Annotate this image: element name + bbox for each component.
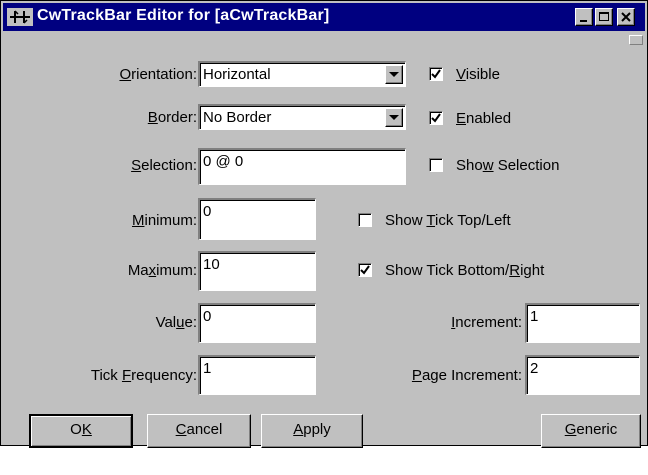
app-icon (7, 8, 33, 26)
maximum-label: Maximum: (127, 262, 197, 279)
border-dropdown[interactable]: No Border (198, 104, 406, 130)
selection-label: Selection: (131, 157, 197, 174)
check-icon (431, 113, 441, 123)
minimum-input[interactable]: 0 (198, 198, 316, 240)
show-tick-bottom-right-checkbox[interactable] (358, 263, 372, 277)
minimum-label: Minimum: (131, 212, 197, 229)
show-selection-label[interactable]: Show Selection (456, 157, 559, 174)
show-tick-top-left-checkbox[interactable] (358, 213, 372, 227)
enabled-label[interactable]: Enabled (456, 110, 511, 127)
ok-button[interactable]: OK (29, 414, 133, 448)
orientation-label: Orientation: (119, 66, 197, 83)
cancel-button[interactable]: Cancel (147, 414, 251, 448)
value-input[interactable]: 0 (198, 303, 316, 343)
border-value: No Border (203, 109, 272, 126)
generic-button[interactable]: Generic (541, 414, 641, 448)
minimize-button[interactable] (575, 8, 593, 26)
orientation-dropdown-button[interactable] (385, 65, 403, 84)
window-title: CwTrackBar Editor for [aCwTrackBar] (37, 7, 330, 24)
orientation-value: Horizontal (203, 66, 271, 83)
orientation-dropdown[interactable]: Horizontal (198, 61, 406, 87)
show-tick-bottom-right-label[interactable]: Show Tick Bottom/Right (385, 262, 544, 279)
increment-label: Increment: (451, 314, 522, 331)
apply-button[interactable]: Apply (261, 414, 363, 448)
increment-input[interactable]: 1 (525, 303, 640, 343)
check-icon (431, 69, 441, 79)
tick-frequency-label: Tick Frequency: (90, 367, 197, 384)
border-dropdown-button[interactable] (385, 108, 403, 127)
title-bar[interactable]: CwTrackBar Editor for [aCwTrackBar] (3, 3, 645, 31)
border-label: Border: (147, 109, 197, 126)
selection-input[interactable]: 0 @ 0 (198, 148, 406, 185)
show-selection-checkbox[interactable] (429, 158, 443, 172)
check-icon (360, 265, 370, 275)
page-increment-label: Page Increment: (411, 367, 522, 384)
show-tick-top-left-label[interactable]: Show Tick Top/Left (385, 212, 511, 229)
value-label: Value: (155, 314, 197, 331)
close-button[interactable] (617, 8, 635, 26)
visible-checkbox[interactable] (429, 67, 443, 81)
resize-grip-icon[interactable] (629, 35, 643, 45)
maximize-button[interactable] (595, 8, 613, 26)
visible-label[interactable]: Visible (456, 66, 500, 83)
enabled-checkbox[interactable] (429, 111, 443, 125)
page-increment-input[interactable]: 2 (525, 355, 640, 395)
trackbar-editor-window: CwTrackBar Editor for [aCwTrackBar] Orie… (0, 0, 648, 448)
maximum-input[interactable]: 10 (198, 251, 316, 291)
tick-frequency-input[interactable]: 1 (198, 355, 316, 395)
